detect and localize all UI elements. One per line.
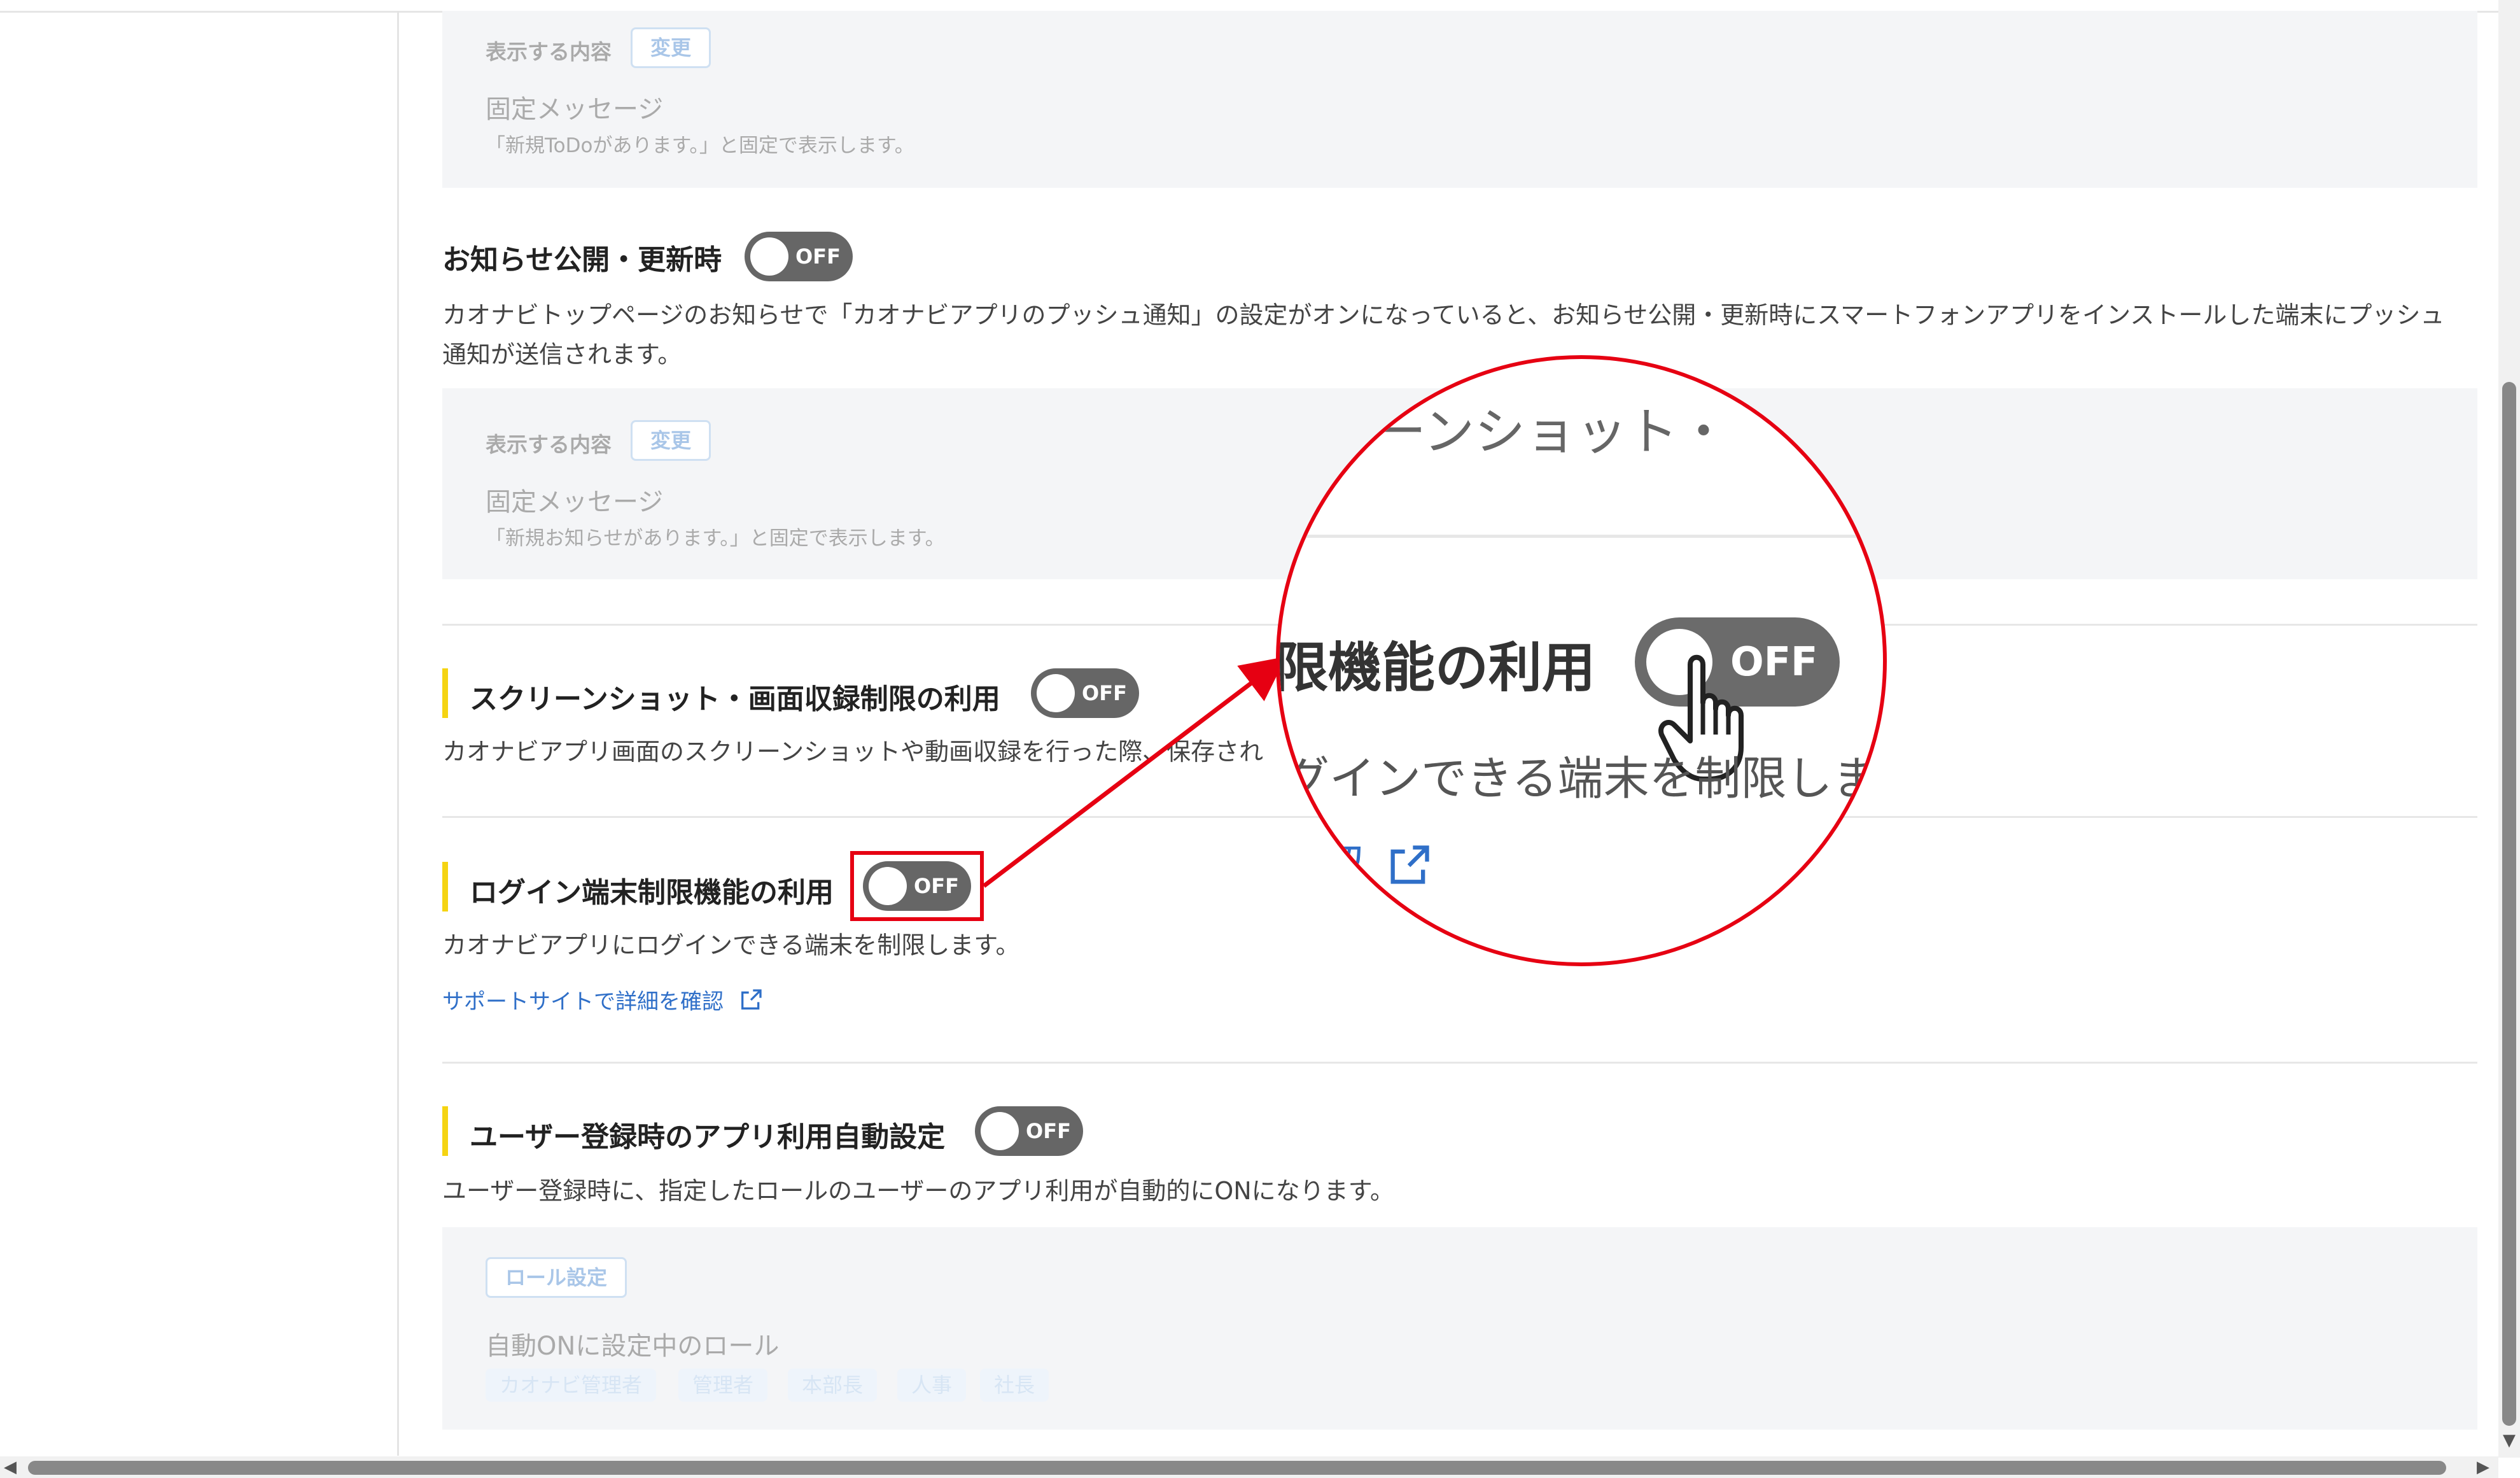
zoom-description: グインできる端末を制限しま (1284, 752, 1879, 805)
zoom-title: 限機能の利用 (1276, 637, 1596, 699)
zoom-callout: クリーンショット・ 限機能の利用 OFF グインできる端末を制限しま 認 (1276, 355, 1887, 966)
vertical-scroll-thumb[interactable] (2502, 382, 2516, 1426)
vertical-scrollbar[interactable]: ▼ (2498, 0, 2520, 1458)
scroll-left-arrow-icon[interactable]: ◀ (4, 1459, 17, 1475)
zoom-divider (1280, 535, 1883, 538)
external-link-icon (1390, 845, 1429, 884)
callout-arrow (982, 656, 1287, 888)
zoom-link-text: 認 (1318, 841, 1364, 894)
scroll-down-arrow-icon[interactable]: ▼ (2503, 1432, 2516, 1449)
zoom-top-text: クリーンショット・ (1276, 402, 1729, 461)
horizontal-scroll-thumb[interactable] (28, 1461, 2446, 1475)
scroll-right-arrow-icon[interactable]: ▶ (2477, 1459, 2489, 1475)
zoom-link: 認 (1318, 830, 1433, 897)
horizontal-scrollbar[interactable]: ◀ ▶ (0, 1456, 2498, 1478)
